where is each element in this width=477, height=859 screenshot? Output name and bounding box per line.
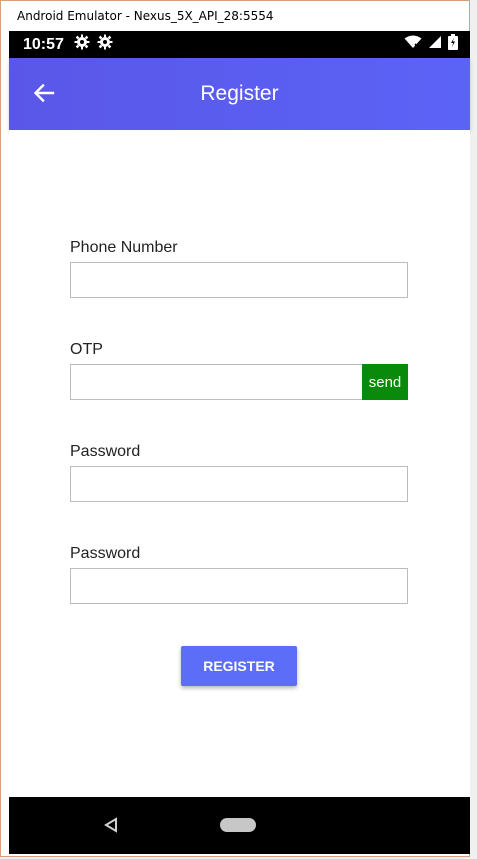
app-bar: Register [9, 58, 470, 130]
phone-number-input[interactable] [70, 262, 408, 298]
battery-charging-icon [448, 34, 458, 55]
status-time: 10:57 [23, 35, 64, 53]
nav-back-icon[interactable] [104, 817, 118, 838]
confirm-password-input[interactable] [70, 568, 408, 604]
password-label: Password [70, 443, 141, 460]
emulator-window: Android Emulator - Nexus_5X_API_28:5554 … [0, 0, 470, 857]
window-titlebar: Android Emulator - Nexus_5X_API_28:5554 [1, 1, 469, 31]
otp-input[interactable] [70, 364, 363, 400]
nav-home-icon[interactable] [220, 818, 256, 832]
register-button[interactable]: REGISTER [181, 646, 297, 686]
phone-label: Phone Number [70, 239, 178, 256]
signal-icon [428, 35, 442, 54]
gear-icon [74, 34, 90, 55]
status-system-icons [404, 34, 458, 55]
password-input[interactable] [70, 466, 408, 502]
status-bar: 10:57 [9, 31, 470, 58]
navigation-bar [9, 797, 470, 854]
gear-icon [97, 34, 113, 55]
otp-label: OTP [70, 341, 103, 358]
window-left-edge [1, 31, 9, 854]
send-otp-button[interactable]: send [362, 364, 408, 400]
confirm-password-label: Password [70, 545, 141, 562]
register-form: Phone Number OTP send Password Password … [9, 130, 470, 797]
window-title: Android Emulator - Nexus_5X_API_28:5554 [17, 9, 274, 23]
app-bar-title: Register [200, 82, 279, 105]
wifi-icon [404, 35, 422, 54]
